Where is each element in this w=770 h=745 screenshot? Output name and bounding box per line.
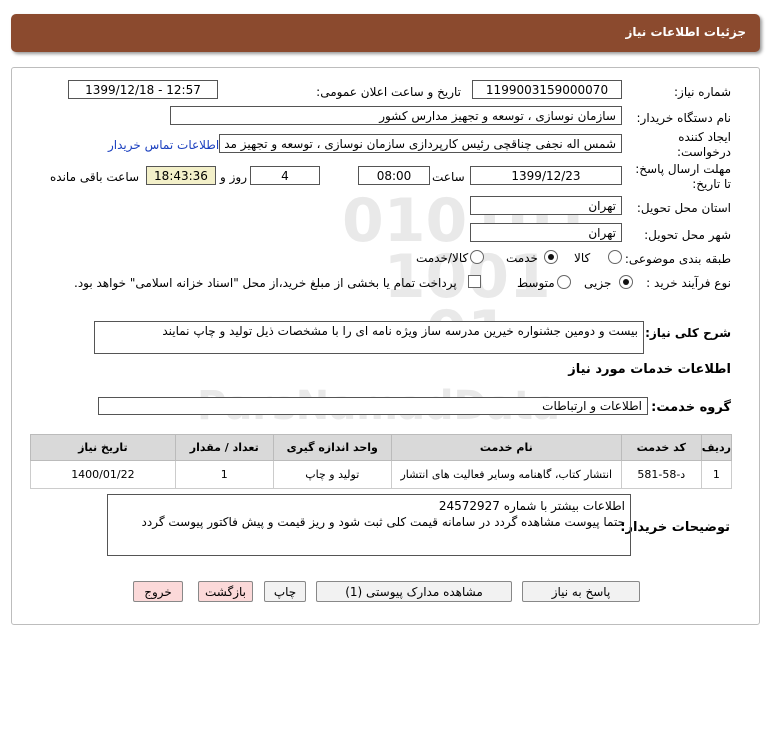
remaining-label: ساعت باقی مانده (50, 170, 140, 184)
need-number-label: شماره نیاز: (674, 85, 731, 99)
cell-need-date: 1400/01/22 (30, 460, 176, 489)
creator-label-1: ایجاد کننده (678, 130, 731, 144)
cell-quantity: 1 (174, 460, 274, 489)
cell-service-code: د-58-581 (620, 460, 702, 489)
deadline-label-2: تا تاریخ: (692, 177, 731, 191)
col-header-row-number: ردیف (700, 434, 733, 461)
treasury-payment-checkbox[interactable] (468, 275, 481, 288)
table-header-row: ردیف کد خدمت نام خدمت واحد اندازه گیری ت… (30, 434, 733, 461)
col-header-quantity: تعداد / مقدار (174, 434, 274, 461)
reply-button[interactable]: پاسخ به نیاز (522, 581, 640, 602)
buyer-notes-line-1: اطلاعات بیشتر با شماره 24572927 (438, 499, 625, 513)
service-group-label: گروه خدمت: (651, 400, 731, 415)
province-field: تهران (470, 196, 622, 215)
category-label: طبقه بندی موضوعی: (624, 252, 731, 266)
remaining-time-field: 18:43:36 (146, 166, 216, 185)
process-label: نوع فرآیند خرید : (646, 276, 731, 290)
category-option-goods: کالا (574, 251, 591, 265)
buyer-notes-label: توضیحات خریدار: (620, 520, 730, 535)
city-field: تهران (470, 223, 622, 242)
process-option-minor: جزیی (584, 276, 612, 290)
col-header-service-name: نام خدمت (390, 434, 622, 461)
summary-text: بیست و دومین جشنواره خیرین مدرسه ساز ویژ… (162, 324, 638, 338)
category-radio-service[interactable] (544, 250, 558, 264)
col-header-unit: واحد اندازه گیری (272, 434, 392, 461)
services-section-title: اطلاعات خدمات مورد نیاز (568, 362, 731, 377)
back-button[interactable]: بازگشت (198, 581, 253, 602)
deadline-label-1: مهلت ارسال پاسخ: (635, 162, 731, 176)
creator-label-2: درخواست: (677, 145, 731, 159)
deadline-date-field: 1399/12/23 (470, 166, 622, 185)
category-radio-goods-service[interactable] (470, 250, 484, 264)
page-title: جزئیات اطلاعات نیاز (625, 25, 746, 39)
cell-service-name: انتشار کتاب، گاهنامه وسایر فعالیت های ان… (390, 460, 622, 489)
summary-field: بیست و دومین جشنواره خیرین مدرسه ساز ویژ… (94, 321, 644, 354)
cell-unit: تولید و چاپ (272, 460, 392, 489)
announce-label: تاریخ و ساعت اعلان عمومی: (316, 85, 461, 99)
process-radio-minor[interactable] (619, 275, 633, 289)
page-header: جزئیات اطلاعات نیاز (11, 14, 760, 52)
need-number-field: 1199003159000070 (472, 80, 622, 99)
cell-row-number: 1 (700, 460, 733, 489)
deadline-time-field: 08:00 (358, 166, 430, 185)
services-table: ردیف کد خدمت نام خدمت واحد اندازه گیری ت… (30, 434, 733, 489)
buyer-org-label: نام دستگاه خریدار: (636, 111, 732, 125)
summary-label: شرح کلی نیاز: (645, 326, 731, 340)
process-radio-medium[interactable] (557, 275, 571, 289)
buyer-notes-box: اطلاعات بیشتر با شماره 24572927 حتما پیو… (107, 494, 631, 556)
buyer-org-field: سازمان نوسازی ، توسعه و تجهیز مدارس کشور (170, 106, 622, 125)
city-label: شهر محل تحویل: (644, 228, 731, 242)
category-option-service: خدمت (506, 251, 538, 265)
col-header-need-date: تاریخ نیاز (30, 434, 176, 461)
table-row: 1 د-58-581 انتشار کتاب، گاهنامه وسایر فع… (30, 460, 733, 489)
category-radio-goods[interactable] (608, 250, 622, 264)
category-option-goods-service: کالا/خدمت (416, 251, 469, 265)
process-option-medium: متوسط (517, 276, 555, 290)
time-label: ساعت (432, 170, 465, 184)
announce-field: 1399/12/18 - 12:57 (68, 80, 218, 99)
exit-button[interactable]: خروج (133, 581, 183, 602)
view-attachments-button[interactable]: مشاهده مدارک پیوستی (1) (316, 581, 512, 602)
province-label: استان محل تحویل: (636, 201, 731, 215)
contact-buyer-link[interactable]: اطلاعات تماس خریدار (108, 138, 219, 152)
creator-field: شمس اله نجفی چناقچی رئیس کارپردازی سازما… (219, 134, 622, 153)
print-button[interactable]: چاپ (264, 581, 306, 602)
col-header-service-code: کد خدمت (620, 434, 702, 461)
buyer-notes-line-2: حتما پیوست مشاهده گردد در سامانه قیمت کل… (141, 515, 625, 529)
service-group-field: اطلاعات و ارتباطات (98, 397, 648, 415)
payment-note: پرداخت تمام یا بخشی از مبلغ خرید،از محل … (74, 276, 457, 290)
days-field: 4 (250, 166, 320, 185)
days-label: روز و (220, 170, 247, 184)
